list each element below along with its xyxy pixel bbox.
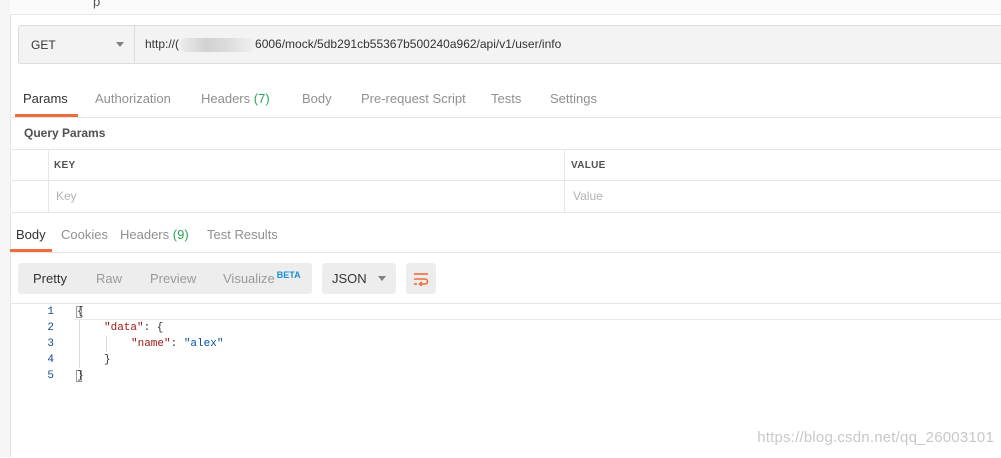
key-column-header: KEY (54, 160, 76, 171)
tab-tests[interactable]: Tests (491, 82, 521, 115)
line-number: 2 (47, 322, 54, 334)
url-suffix: 6006/mock/5db291cb55367b500240a962/api/v… (255, 37, 562, 51)
indent-guide (79, 320, 80, 368)
line-number: 1 (47, 306, 54, 318)
query-params-title: Query Params (24, 126, 106, 140)
watermark: https://blog.csdn.net/qq_26003101 (757, 429, 994, 446)
visualize-button[interactable]: Visualize BETA (223, 263, 301, 294)
code-open-brace: { (77, 306, 84, 318)
code-close-brace: } (104, 354, 111, 366)
chevron-down-icon (378, 276, 386, 281)
tab-label: Authorization (95, 91, 171, 106)
wrap-lines-button[interactable] (406, 263, 436, 294)
code-line: "data": { (104, 322, 163, 334)
column-divider (564, 150, 565, 212)
code-close-brace: } (77, 370, 84, 382)
method-select[interactable]: GET (19, 26, 135, 63)
value-column-header: VALUE (571, 160, 606, 171)
line-number: 3 (47, 338, 54, 350)
tab-label: Body (16, 227, 46, 242)
tab-label: Headers (120, 227, 170, 242)
tab-label: Headers (201, 91, 251, 106)
json-key: "name" (131, 338, 171, 350)
tab-pre-request-script[interactable]: Pre-request Script (361, 82, 466, 115)
tab-headers[interactable]: Headers (7) (201, 82, 270, 115)
tab-response-body[interactable]: Body (10, 220, 52, 252)
request-tabs: Params Authorization Headers (7) Body Pr… (10, 82, 1001, 118)
tab-label: Test Results (207, 227, 278, 242)
tab-strip-cut: p (10, 0, 1001, 15)
current-line-highlight (74, 305, 1001, 320)
tab-label: Params (23, 91, 68, 106)
wrap-lines-icon (414, 272, 429, 286)
beta-badge: BETA (276, 270, 301, 280)
json-string-value: "alex" (183, 338, 224, 350)
url-prefix: http://( (145, 37, 180, 51)
cut-tab-glyph: p (93, 0, 101, 9)
visualize-label: Visualize (223, 271, 275, 286)
tab-label: Pre-request Script (361, 91, 466, 106)
raw-button[interactable]: Raw (96, 263, 122, 294)
tab-params[interactable]: Params (15, 82, 78, 117)
tab-cookies[interactable]: Cookies (61, 220, 108, 250)
headers-count-badge: (7) (253, 91, 270, 106)
param-key-input[interactable]: Key (56, 189, 77, 203)
param-value-input[interactable]: Value (573, 189, 603, 203)
column-divider (48, 150, 49, 212)
tab-body[interactable]: Body (302, 82, 332, 115)
request-url-bar: GET http://( 6006/mock/5db291cb55367b5002… (18, 25, 1001, 64)
tab-test-results[interactable]: Test Results (207, 220, 278, 250)
params-table: KEY VALUE Key Value (10, 149, 1001, 213)
format-select[interactable]: JSON (322, 263, 396, 294)
format-label: JSON (332, 271, 367, 286)
json-punct: : { (143, 322, 164, 334)
tab-authorization[interactable]: Authorization (95, 82, 171, 115)
preview-button[interactable]: Preview (150, 263, 196, 294)
tab-response-headers[interactable]: Headers (9) (120, 220, 189, 250)
tab-label: Cookies (61, 227, 108, 242)
tab-label: Body (302, 91, 332, 106)
row-divider (10, 180, 1001, 181)
json-key: "data" (104, 322, 144, 334)
chevron-down-icon (116, 42, 124, 47)
pretty-button[interactable]: Pretty (33, 263, 67, 294)
tab-label: Tests (491, 91, 522, 106)
line-number: 4 (47, 354, 54, 366)
url-input[interactable]: http://( 6006/mock/5db291cb55367b500240a9… (145, 26, 561, 63)
tab-label: Settings (550, 91, 597, 106)
response-tabs: Body Cookies Headers (9) Test Results (10, 220, 1001, 253)
indent-guide (106, 336, 107, 352)
tab-settings[interactable]: Settings (550, 82, 597, 115)
method-label: GET (31, 37, 56, 52)
response-headers-count-badge: (9) (172, 227, 189, 242)
redacted-host (180, 37, 255, 52)
line-number: 5 (47, 370, 54, 382)
json-punct: : (170, 338, 184, 350)
code-line: "name": "alex" (131, 338, 223, 350)
view-mode-group: Pretty Raw Preview Visualize BETA (18, 263, 312, 294)
